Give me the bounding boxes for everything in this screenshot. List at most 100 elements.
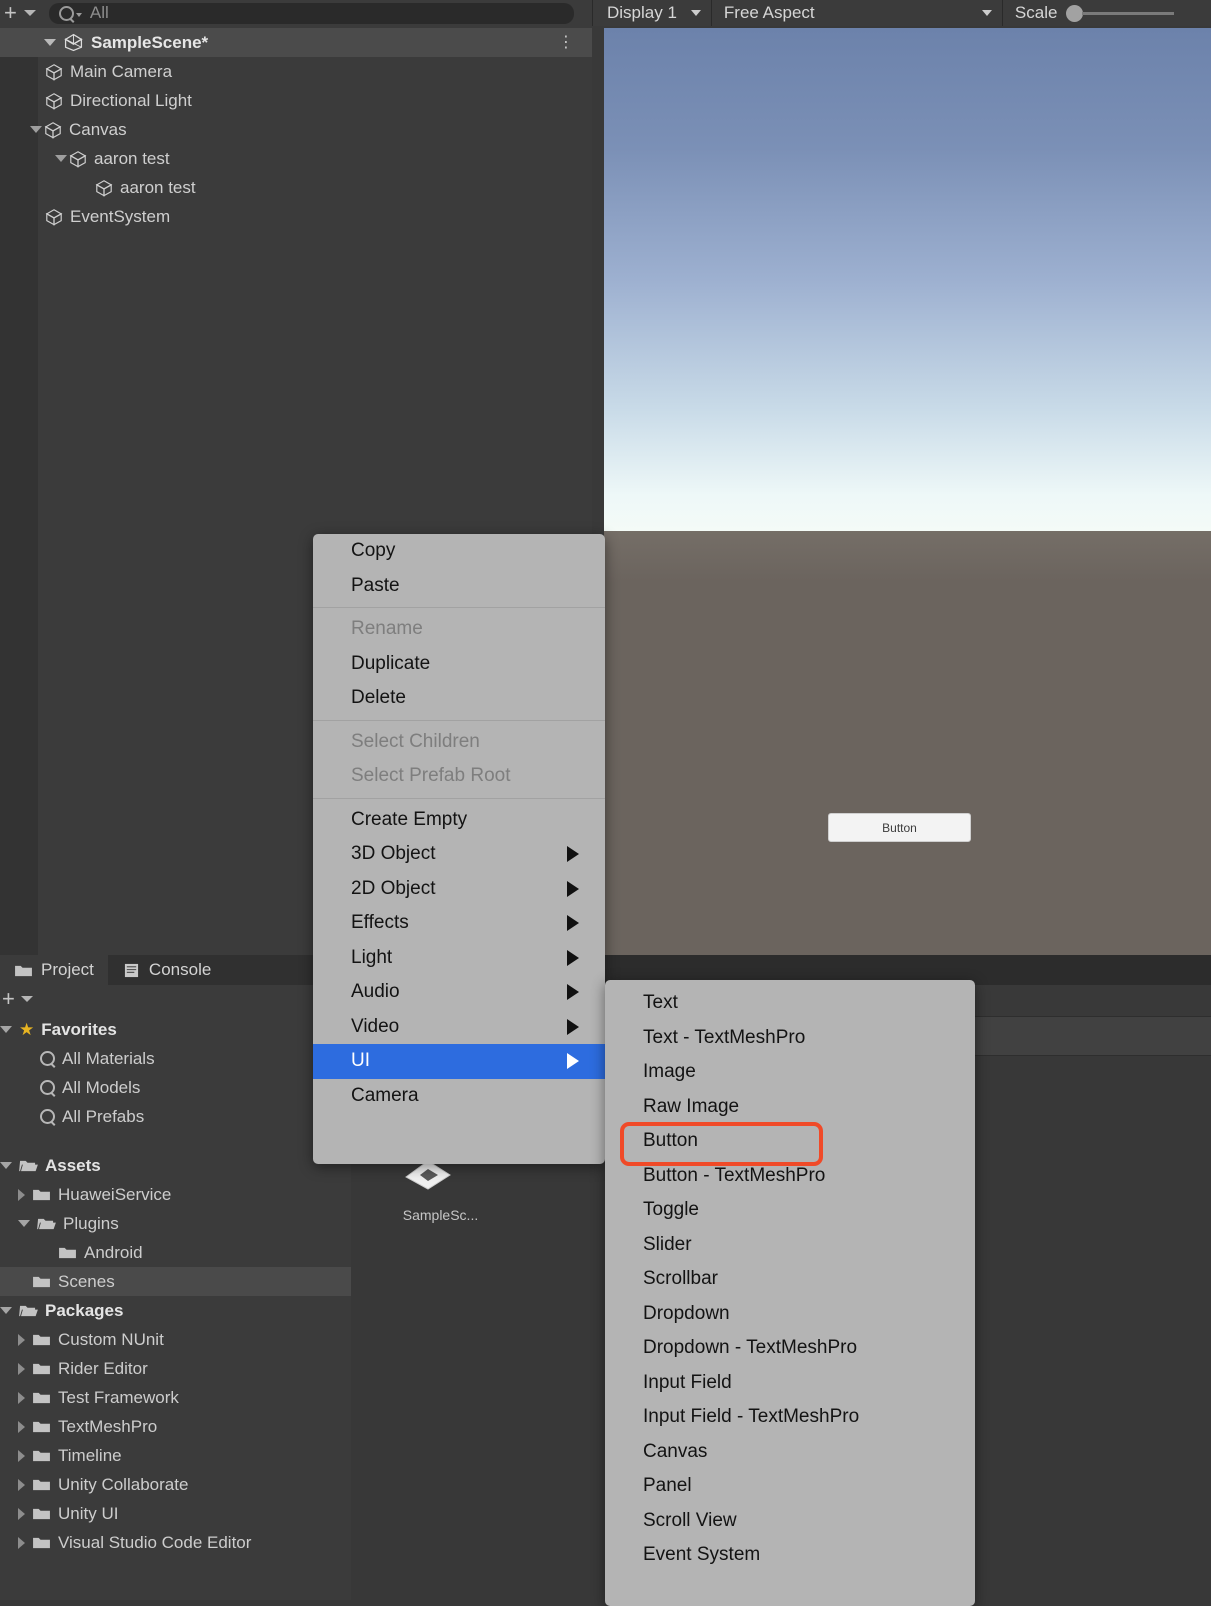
chevron-down-icon[interactable] bbox=[18, 1220, 30, 1227]
menu-item-light[interactable]: Light bbox=[313, 941, 605, 976]
menu-item-label: Duplicate bbox=[351, 652, 431, 674]
submenu-item-panel[interactable]: Panel bbox=[605, 1469, 975, 1504]
hierarchy-item-main-camera[interactable]: Main Camera bbox=[0, 57, 592, 86]
menu-item-camera[interactable]: Camera bbox=[313, 1079, 605, 1114]
submenu-item-scroll-view[interactable]: Scroll View bbox=[605, 1504, 975, 1539]
project-item-label: Rider Editor bbox=[58, 1358, 148, 1378]
saved-search-icon bbox=[40, 1080, 55, 1095]
hierarchy-item-aaron-test[interactable]: aaron test bbox=[0, 144, 592, 173]
submenu-item-dropdown[interactable]: Dropdown bbox=[605, 1297, 975, 1332]
submenu-item-slider[interactable]: Slider bbox=[605, 1228, 975, 1263]
chevron-right-icon[interactable] bbox=[18, 1449, 25, 1462]
chevron-right-icon[interactable] bbox=[18, 1333, 25, 1346]
menu-item-3d-object[interactable]: 3D Object bbox=[313, 837, 605, 872]
hierarchy-tree: Main Camera Directional Light Canvas aaron … bbox=[0, 57, 592, 231]
project-item-plugins[interactable]: Plugins bbox=[0, 1209, 351, 1238]
gameobject-icon bbox=[69, 150, 87, 168]
menu-item-copy[interactable]: Copy bbox=[313, 534, 605, 569]
chevron-down-icon[interactable] bbox=[0, 1162, 12, 1169]
menu-item-paste[interactable]: Paste bbox=[313, 569, 605, 604]
submenu-item-dropdown-textmeshpro[interactable]: Dropdown - TextMeshPro bbox=[605, 1331, 975, 1366]
menu-item-label: Paste bbox=[351, 574, 400, 596]
search-filter-chevron-icon[interactable] bbox=[75, 13, 82, 17]
submenu-item-raw-image[interactable]: Raw Image bbox=[605, 1090, 975, 1125]
project-item-all-prefabs[interactable]: All Prefabs bbox=[0, 1102, 351, 1131]
submenu-item-text[interactable]: Text bbox=[605, 986, 975, 1021]
chevron-down-icon[interactable] bbox=[20, 996, 33, 1002]
hierarchy-item-eventsystem[interactable]: EventSystem bbox=[0, 202, 592, 231]
hierarchy-item-aaron-test[interactable]: aaron test bbox=[0, 173, 592, 202]
chevron-down-icon[interactable] bbox=[55, 155, 67, 162]
menu-item-ui[interactable]: UI bbox=[313, 1044, 605, 1079]
project-item-rider-editor[interactable]: Rider Editor bbox=[0, 1354, 351, 1383]
submenu-arrow-icon bbox=[567, 880, 579, 897]
display-dropdown[interactable]: Display 1 bbox=[593, 0, 711, 26]
submenu-item-input-field-textmeshpro[interactable]: Input Field - TextMeshPro bbox=[605, 1400, 975, 1435]
project-item-favorites[interactable]: ★ Favorites bbox=[0, 1015, 351, 1044]
submenu-item-text-textmeshpro[interactable]: Text - TextMeshPro bbox=[605, 1021, 975, 1056]
scale-slider-knob[interactable] bbox=[1066, 4, 1084, 22]
rendered-ui-button[interactable]: Button bbox=[828, 813, 971, 842]
scale-slider-track[interactable] bbox=[1082, 11, 1175, 15]
hierarchy-item-label: Main Camera bbox=[70, 61, 173, 81]
submenu-item-image[interactable]: Image bbox=[605, 1055, 975, 1090]
submenu-item-canvas[interactable]: Canvas bbox=[605, 1435, 975, 1470]
chevron-down-icon[interactable] bbox=[30, 126, 42, 133]
chevron-right-icon[interactable] bbox=[18, 1420, 25, 1433]
menu-item-delete[interactable]: Delete bbox=[313, 681, 605, 716]
tab-console[interactable]: Console bbox=[108, 955, 225, 985]
menu-item-audio[interactable]: Audio bbox=[313, 975, 605, 1010]
project-item-huaweiservice[interactable]: HuaweiService bbox=[0, 1180, 351, 1209]
menu-item-label: Camera bbox=[351, 1084, 419, 1106]
chevron-down-icon[interactable] bbox=[44, 39, 56, 46]
add-object-icon[interactable]: + bbox=[4, 2, 17, 24]
chevron-down-icon[interactable] bbox=[0, 1307, 12, 1314]
scene-options-icon[interactable]: ⋮ bbox=[558, 35, 574, 51]
hierarchy-item-canvas[interactable]: Canvas bbox=[0, 115, 592, 144]
hierarchy-item-directional-light[interactable]: Directional Light bbox=[0, 86, 592, 115]
ui-submenu[interactable]: Text Text - TextMeshPro Image Raw Image Butt… bbox=[605, 980, 975, 1606]
project-item-assets[interactable]: Assets bbox=[0, 1151, 351, 1180]
menu-item-2d-object[interactable]: 2D Object bbox=[313, 872, 605, 907]
scale-slider[interactable]: Scale bbox=[1003, 0, 1175, 26]
project-item-custom-nunit[interactable]: Custom NUnit bbox=[0, 1325, 351, 1354]
submenu-item-toggle[interactable]: Toggle bbox=[605, 1193, 975, 1228]
menu-item-duplicate[interactable]: Duplicate bbox=[313, 647, 605, 682]
hierarchy-scene-row[interactable]: SampleScene* ⋮ bbox=[0, 28, 592, 57]
menu-item-effects[interactable]: Effects bbox=[313, 906, 605, 941]
menu-item-create-empty[interactable]: Create Empty bbox=[313, 803, 605, 838]
menu-item-rename: Rename bbox=[313, 612, 605, 647]
submenu-item-event-system[interactable]: Event System bbox=[605, 1538, 975, 1573]
project-item-scenes[interactable]: Scenes bbox=[0, 1267, 351, 1296]
project-item-timeline[interactable]: Timeline bbox=[0, 1441, 351, 1470]
create-asset-icon[interactable]: + bbox=[2, 988, 15, 1010]
chevron-right-icon[interactable] bbox=[18, 1507, 25, 1520]
project-item-all-materials[interactable]: All Materials bbox=[0, 1044, 351, 1073]
tab-project[interactable]: Project bbox=[0, 955, 108, 985]
project-item-textmeshpro[interactable]: TextMeshPro bbox=[0, 1412, 351, 1441]
chevron-right-icon[interactable] bbox=[18, 1362, 25, 1375]
game-view-render[interactable]: Button bbox=[604, 28, 1211, 955]
chevron-right-icon[interactable] bbox=[18, 1188, 25, 1201]
aspect-dropdown[interactable]: Free Aspect bbox=[712, 0, 1002, 26]
chevron-right-icon[interactable] bbox=[18, 1536, 25, 1549]
chevron-down-icon[interactable] bbox=[0, 1026, 12, 1033]
project-item-unity-collaborate[interactable]: Unity Collaborate bbox=[0, 1470, 351, 1499]
menu-item-video[interactable]: Video bbox=[313, 1010, 605, 1045]
chevron-right-icon[interactable] bbox=[18, 1391, 25, 1404]
menu-separator bbox=[313, 719, 605, 721]
aspect-dropdown-label: Free Aspect bbox=[723, 3, 815, 22]
chevron-down-icon[interactable] bbox=[23, 10, 36, 16]
project-item-packages[interactable]: Packages bbox=[0, 1296, 351, 1325]
hierarchy-toolbar: + All bbox=[0, 0, 592, 26]
project-item-all-models[interactable]: All Models bbox=[0, 1073, 351, 1102]
submenu-item-input-field[interactable]: Input Field bbox=[605, 1366, 975, 1401]
submenu-item-scrollbar[interactable]: Scrollbar bbox=[605, 1262, 975, 1297]
project-item-android[interactable]: Android bbox=[0, 1238, 351, 1267]
hierarchy-search-input[interactable]: All bbox=[48, 2, 574, 24]
project-item-test-framework[interactable]: Test Framework bbox=[0, 1383, 351, 1412]
chevron-right-icon[interactable] bbox=[18, 1478, 25, 1491]
project-item-unity-ui[interactable]: Unity UI bbox=[0, 1499, 351, 1528]
context-menu[interactable]: Copy Paste Rename Duplicate Delete Select Chi… bbox=[313, 534, 605, 1164]
project-item-visual-studio-code-editor[interactable]: Visual Studio Code Editor bbox=[0, 1528, 351, 1557]
